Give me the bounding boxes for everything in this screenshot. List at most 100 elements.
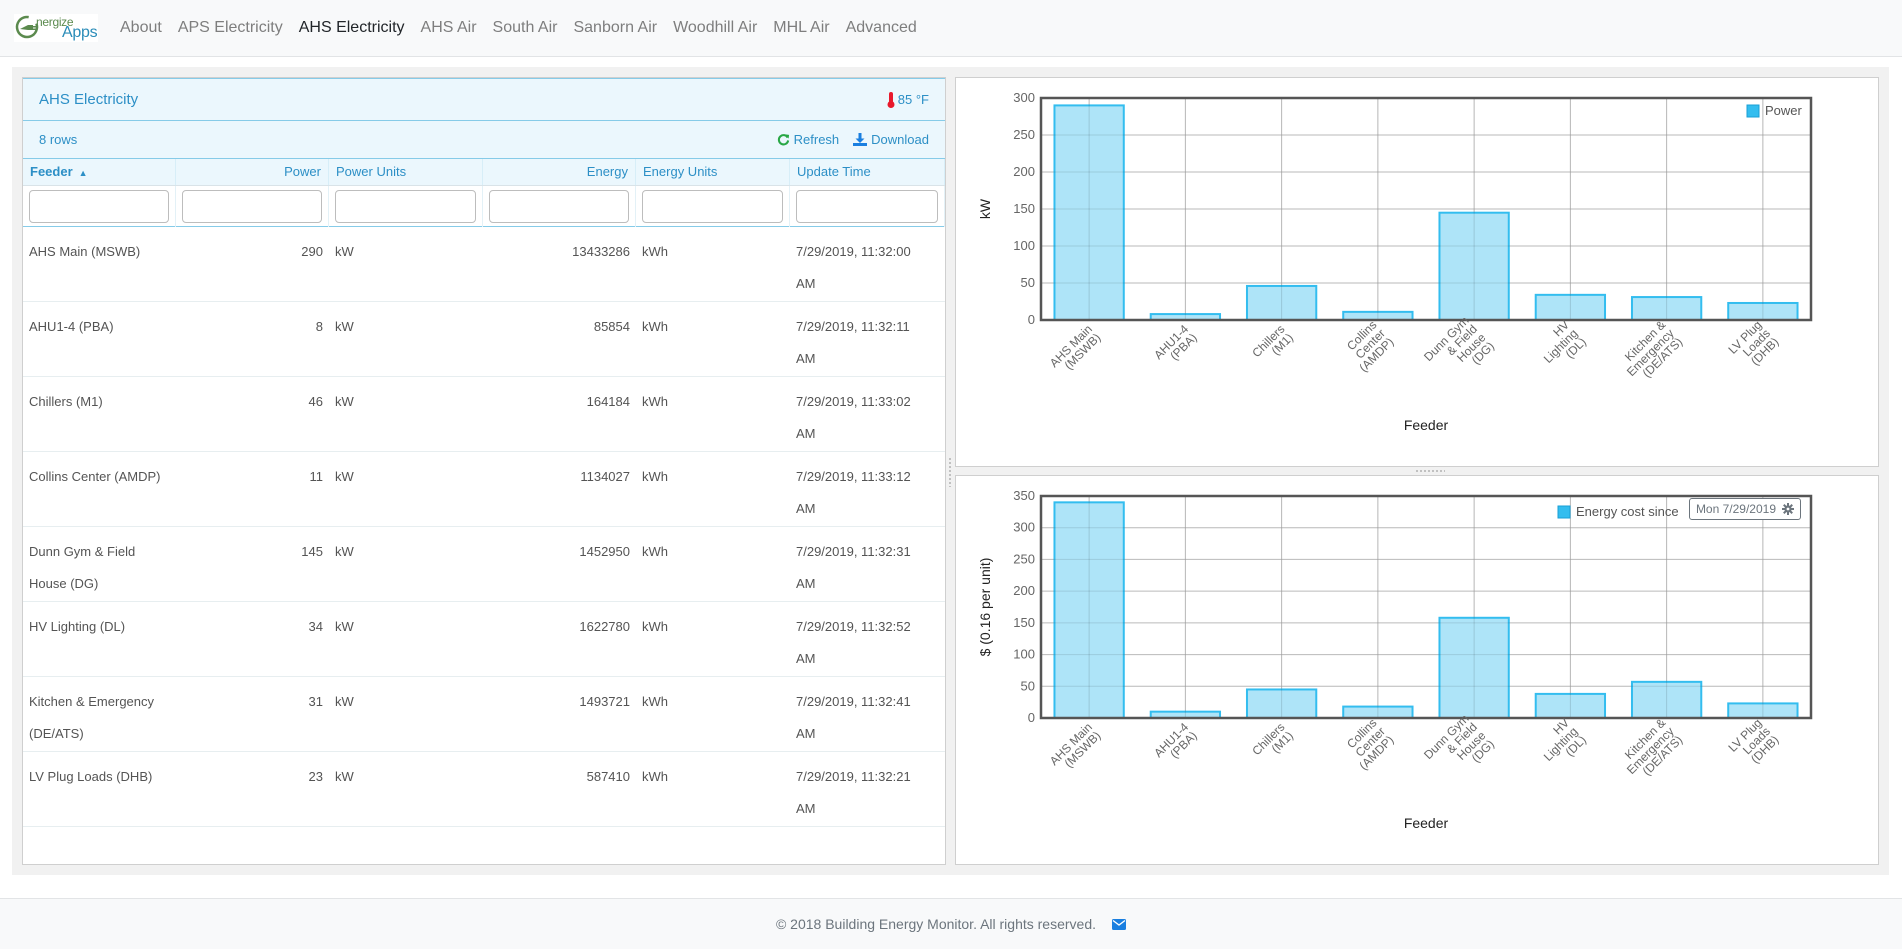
column-header-power[interactable]: Power [176, 159, 329, 185]
download-button[interactable]: Download [853, 132, 929, 147]
cell-update-time-line: AM [796, 351, 816, 366]
filter-power-units-input[interactable] [335, 190, 476, 223]
nav-link-sanborn-air[interactable]: Sanborn Air [573, 19, 657, 37]
filter-energy-units-input[interactable] [642, 190, 783, 223]
column-header-feeder[interactable]: Feeder ▲ [23, 159, 176, 185]
energy-cost-chart-panel: 0 50 100 150 200 250 300 350 AHS Main (MSWB) AHU1-… [955, 475, 1879, 865]
column-header-update-time[interactable]: Update Time [790, 159, 945, 185]
brand-logo[interactable]: nergize Apps [14, 14, 98, 42]
cell-power-units: kW [335, 544, 354, 559]
y-tick-label: 300 [1013, 90, 1035, 105]
x-tick-label: CollinsCenter(AMDP) [1344, 318, 1396, 375]
cell-power-units: kW [335, 469, 354, 484]
table-row[interactable]: Dunn Gym & Field House (DG) 145 kW 1452950 kW… [23, 527, 945, 602]
nav-link-about[interactable]: About [120, 19, 162, 37]
cell-feeder: Collins Center (AMDP) [23, 452, 176, 526]
cell-feeder-line: AHS Main (MSWB) [29, 244, 141, 259]
legend[interactable]: Power [1746, 103, 1803, 118]
table-row[interactable]: AHU1-4 (PBA) 8 kW 85854 kWh 7/29/2019, 11:32:… [23, 302, 945, 377]
power-chart: 0 50 100 150 200 250 300 AHS Main(MSWB) AHU1-4(P… [977, 90, 1813, 433]
y-tick-label: 0 [1028, 312, 1035, 327]
cell-energy: 164184 [586, 394, 630, 409]
cell-feeder-line: Collins Center (AMDP) [29, 469, 161, 484]
x-tick-label: Dunn Gym& FieldHouse(DG) [1421, 313, 1497, 367]
x-tick-label: Kitchen &Emergency(DE/ATS) [1622, 318, 1685, 381]
brand-text-bottom: Apps [62, 24, 98, 41]
x-axis-title: Feeder [1404, 815, 1449, 831]
cell-feeder: Chillers (M1) [23, 377, 176, 451]
y-tick-label: 200 [1013, 583, 1035, 598]
cell-update-time-line: AM [796, 801, 816, 816]
refresh-button[interactable]: Refresh [777, 132, 840, 147]
nav-link-advanced[interactable]: Advanced [846, 19, 917, 37]
cell-energy-units: kWh [642, 769, 668, 784]
filter-update-time-input[interactable] [796, 190, 938, 223]
cell-energy-units: kWh [642, 694, 668, 709]
cell-power: 31 [308, 694, 323, 709]
filter-feeder-input[interactable] [29, 190, 169, 223]
nav-link-ahs-air[interactable]: AHS Air [421, 19, 477, 37]
filter-energy-input[interactable] [489, 190, 629, 223]
table-row[interactable]: Collins Center (AMDP) 11 kW 1134027 kWh 7/29/… [23, 452, 945, 527]
gear-icon [1782, 503, 1794, 515]
cell-update-time-line: AM [796, 276, 816, 291]
cell-energy: 13433286 [572, 244, 630, 259]
legend-label: Power [1765, 103, 1803, 118]
nav-link-woodhill-air[interactable]: Woodhill Air [673, 19, 757, 37]
table-row[interactable]: AHS Main (MSWB) 290 kW 13433286 kWh 7/29/2019… [23, 227, 945, 302]
horizontal-splitter-handle[interactable] [955, 467, 1879, 475]
x-tick-label: HVLighting(DL) [1541, 716, 1589, 764]
x-tick-label: LV PlugLoads(DHB) [1726, 716, 1782, 766]
cell-update-time: 7/29/2019, 11:33:02 AM [790, 377, 945, 451]
cell-power: 11 [309, 469, 324, 484]
filter-power-input[interactable] [182, 190, 322, 223]
cell-power-units: kW [335, 769, 354, 784]
column-header-energy-units[interactable]: Energy Units [636, 159, 790, 185]
column-label: Feeder [30, 164, 73, 179]
cell-update-time-line: 7/29/2019, 11:32:52 [796, 619, 911, 634]
refresh-label: Refresh [793, 132, 840, 147]
mail-icon[interactable] [1112, 918, 1127, 930]
column-header-power-units[interactable]: Power Units [329, 159, 483, 185]
nav-link-mhl-air[interactable]: MHL Air [773, 19, 829, 37]
temperature-value: 85 °F [897, 92, 929, 107]
cell-update-time: 7/29/2019, 11:32:11 AM [790, 302, 945, 376]
table-row[interactable]: LV Plug Loads (DHB) 23 kW 587410 kWh 7/29/201… [23, 752, 945, 827]
cell-feeder-line: (DE/ATS) [29, 726, 84, 741]
cell-energy: 1134027 [580, 469, 630, 484]
x-tick-label: LV PlugLoads(DHB) [1726, 318, 1782, 368]
cell-update-time: 7/29/2019, 11:32:52 AM [790, 602, 945, 676]
cell-power-units: kW [335, 319, 354, 334]
vertical-splitter-handle[interactable] [946, 77, 955, 865]
cell-power-units: kW [335, 394, 354, 409]
table-row[interactable]: Kitchen & Emergency (DE/ATS) 31 kW 1493721 kW… [23, 677, 945, 752]
nav-link-ahs-electricity[interactable]: AHS Electricity [299, 19, 405, 37]
column-headers: Feeder ▲ Power Power Units Energy Energy … [23, 159, 945, 186]
cell-update-time: 7/29/2019, 11:32:41 AM [790, 677, 945, 751]
column-header-energy[interactable]: Energy [483, 159, 636, 185]
cell-update-time-line: 7/29/2019, 11:33:02 [796, 394, 911, 409]
x-tick-label: Chillers(M1) [1249, 322, 1296, 360]
cell-feeder: AHS Main (MSWB) [23, 227, 176, 301]
cell-update-time-line: AM [796, 726, 816, 741]
grip-icon [1415, 469, 1445, 473]
table-row[interactable]: Chillers (M1) 46 kW 164184 kWh 7/29/2019, 11:… [23, 377, 945, 452]
legend[interactable]: Energy cost since [1557, 504, 1679, 519]
y-tick-label: 300 [1013, 520, 1035, 535]
row-count: 8 rows [39, 132, 78, 147]
cell-update-time: 7/29/2019, 11:32:00 AM [790, 227, 945, 301]
cell-energy-units: kWh [642, 619, 668, 634]
legend-swatch [1746, 104, 1760, 118]
cost-start-date-picker[interactable]: Mon 7/29/2019 [1688, 498, 1801, 520]
x-tick-label: AHU1-4(PBA) [1151, 720, 1200, 761]
table-body: AHS Main (MSWB) 290 kW 13433286 kWh 7/29/2019… [23, 227, 945, 827]
nav-link-aps-electricity[interactable]: APS Electricity [178, 19, 283, 37]
cell-feeder: LV Plug Loads (DHB) [23, 752, 176, 826]
cell-update-time-line: 7/29/2019, 11:32:11 [796, 319, 910, 334]
nav-link-south-air[interactable]: South Air [493, 19, 558, 37]
y-tick-label: 250 [1013, 127, 1035, 142]
table-row[interactable]: HV Lighting (DL) 34 kW 1622780 kWh 7/29/2019,… [23, 602, 945, 677]
sort-asc-icon: ▲ [78, 168, 88, 178]
cell-update-time-line: 7/29/2019, 11:32:21 [796, 769, 911, 784]
table-header: AHS Electricity 85 °F 8 rows Refresh Dow… [23, 78, 945, 159]
